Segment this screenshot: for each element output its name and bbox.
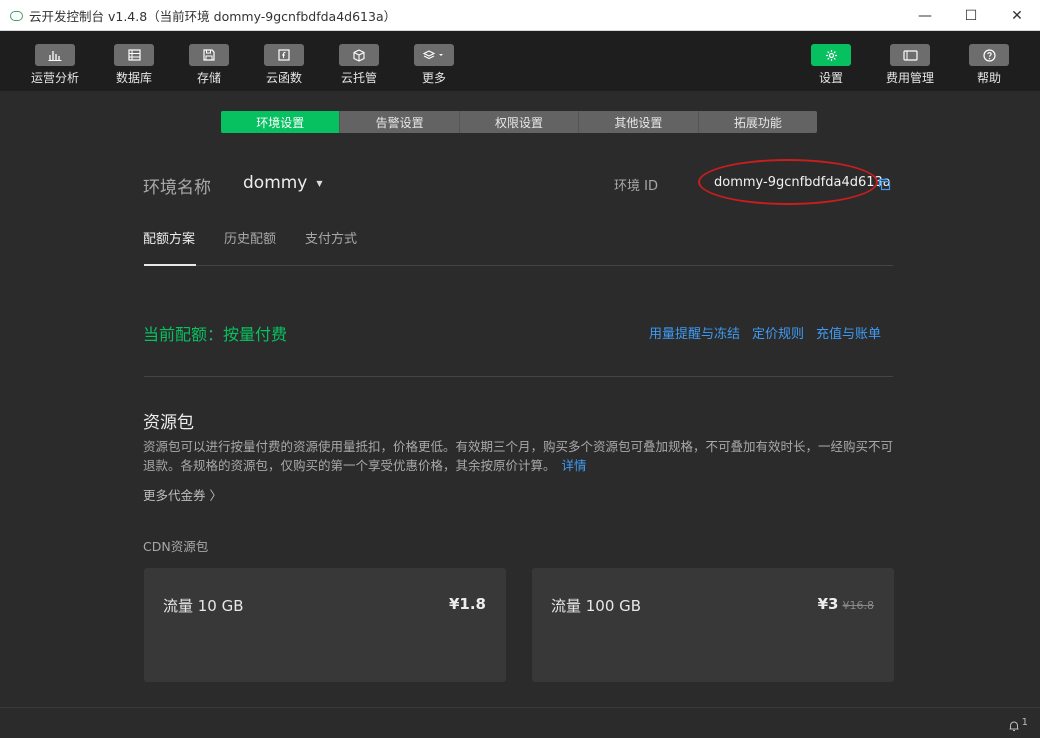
more-vouchers-link[interactable]: 更多代金券 〉 [143, 485, 222, 504]
function-icon [264, 44, 304, 66]
title-bar: 云开发控制台 v1.4.8（当前环境 dommy-9gcnfbdfda4d613… [0, 0, 1040, 31]
maximize-button[interactable]: ☐ [948, 0, 994, 31]
cube-icon [339, 44, 379, 66]
pricing-rules-link[interactable]: 定价规则 [752, 323, 804, 342]
divider [144, 265, 893, 266]
toolbar-settings[interactable]: 设置 [791, 31, 871, 91]
help-icon [969, 44, 1009, 66]
copy-icon[interactable] [878, 177, 892, 191]
package-card[interactable]: 流量 100 GB ¥3 ¥16.8 [532, 568, 894, 682]
toolbar-label: 数据库 [115, 71, 152, 85]
settings-tabs: 环境设置 告警设置 权限设置 其他设置 拓展功能 [221, 111, 817, 133]
toolbar-analytics[interactable]: 运营分析 [15, 31, 95, 91]
package-name: 流量 10 GB [163, 597, 244, 615]
gear-icon [811, 44, 851, 66]
tab-alert-settings[interactable]: 告警设置 [340, 111, 460, 133]
toolbar-database[interactable]: 数据库 [94, 31, 174, 91]
toolbar-storage[interactable]: 存储 [169, 31, 249, 91]
original-price: ¥16.8 [842, 599, 875, 612]
usage-alert-link[interactable]: 用量提醒与冻结 [649, 323, 740, 342]
description-text: 资源包可以进行按量付费的资源使用量抵扣，价格更低。有效期三个月，购买多个资源包可… [143, 439, 894, 473]
toolbar-help[interactable]: 帮助 [949, 31, 1029, 91]
subtab-payment-method[interactable]: 支付方式 [305, 228, 357, 247]
subtab-quota-plan[interactable]: 配额方案 [143, 228, 195, 247]
package-price: ¥3 ¥16.8 [818, 595, 874, 613]
toolbar-billing[interactable]: 费用管理 [870, 31, 950, 91]
env-selector[interactable]: dommy ▼ [243, 173, 323, 193]
main-content: 环境设置 告警设置 权限设置 其他设置 拓展功能 环境名称 dommy ▼ 环境… [0, 91, 1040, 707]
resource-package-title: 资源包 [143, 413, 194, 433]
window-title: 云开发控制台 v1.4.8（当前环境 dommy-9gcnfbdfda4d613… [29, 8, 397, 24]
app-logo-icon [9, 8, 23, 22]
close-button[interactable]: ✕ [994, 0, 1040, 31]
tab-permission-settings[interactable]: 权限设置 [460, 111, 580, 133]
recharge-billing-link[interactable]: 充值与账单 [816, 323, 881, 342]
quota-subtabs: 配额方案 历史配额 支付方式 [143, 228, 386, 247]
toolbar-label: 存储 [196, 71, 221, 85]
toolbar-label: 帮助 [976, 71, 1001, 85]
toolbar-label: 设置 [818, 71, 843, 85]
bell-icon[interactable] [1008, 717, 1020, 731]
database-icon [114, 44, 154, 66]
detail-link[interactable]: 详情 [562, 458, 587, 473]
cdn-package-label: CDN资源包 [143, 539, 209, 554]
toolbar-functions[interactable]: 云函数 [244, 31, 324, 91]
env-name-value: dommy [243, 173, 308, 193]
price-value: ¥3 [817, 595, 839, 613]
subtab-quota-history[interactable]: 历史配额 [224, 228, 276, 247]
caret-down-icon: ▼ [316, 178, 323, 188]
notification-count: 1 [1021, 717, 1028, 728]
minimize-button[interactable]: — [902, 0, 948, 31]
env-name-label: 环境名称 [143, 178, 211, 198]
current-quota: 当前配额：按量付费 [143, 325, 288, 344]
toolbar-label: 云托管 [340, 71, 377, 85]
billing-icon [890, 44, 930, 66]
window-controls: — ☐ ✕ [902, 0, 1040, 31]
env-id-label: 环境 ID [614, 179, 658, 194]
tab-env-settings[interactable]: 环境设置 [221, 111, 341, 133]
toolbar-label: 云函数 [265, 71, 302, 85]
status-bar: 1 [0, 707, 1040, 738]
main-toolbar: 运营分析 数据库 存储 云函数 云托管 更多 设置 费用管理 帮助 [0, 31, 1040, 91]
toolbar-more[interactable]: 更多 [394, 31, 474, 91]
scrollbar[interactable] [1033, 91, 1040, 707]
quota-links: 用量提醒与冻结 定价规则 充值与账单 [649, 323, 893, 342]
active-subtab-indicator [144, 264, 196, 266]
layers-icon [414, 44, 454, 66]
toolbar-label: 更多 [421, 71, 446, 85]
toolbar-cloud-hosting[interactable]: 云托管 [319, 31, 399, 91]
bar-chart-icon [35, 44, 75, 66]
package-card[interactable]: 流量 10 GB ¥1.8 [144, 568, 506, 682]
save-icon [189, 44, 229, 66]
price-value: ¥1.8 [448, 595, 486, 613]
divider [144, 376, 893, 377]
tab-extensions[interactable]: 拓展功能 [699, 111, 817, 133]
resource-package-description: 资源包可以进行按量付费的资源使用量抵扣，价格更低。有效期三个月，购买多个资源包可… [143, 437, 893, 475]
toolbar-label: 费用管理 [885, 71, 934, 85]
toolbar-label: 运营分析 [30, 71, 79, 85]
tab-other-settings[interactable]: 其他设置 [579, 111, 699, 133]
highlight-annotation [698, 159, 878, 205]
package-name: 流量 100 GB [551, 597, 642, 615]
package-price: ¥1.8 [449, 595, 486, 613]
